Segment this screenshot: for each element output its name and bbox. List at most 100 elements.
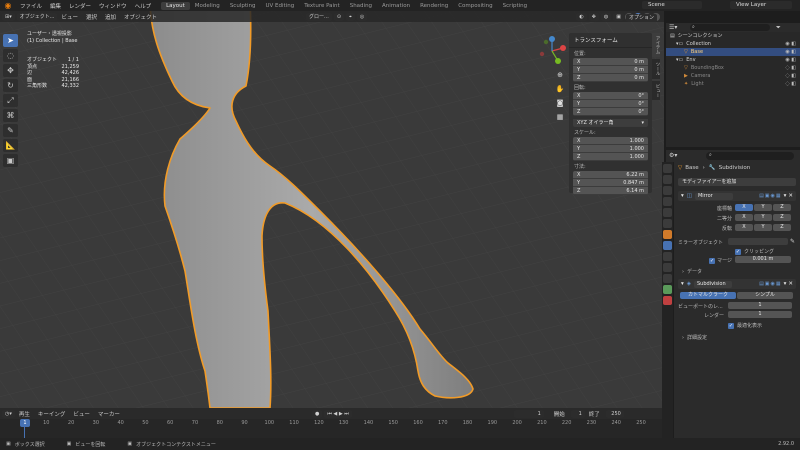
clipping-checkbox-row[interactable]: ✓ クリッピング xyxy=(735,248,774,255)
options-dropdown[interactable]: オプション xyxy=(626,14,658,22)
menu-help[interactable]: ヘルプ xyxy=(131,2,156,10)
add-modifier-dropdown[interactable]: モディファイアーを追加 xyxy=(678,178,796,186)
bisect-x-toggle[interactable]: X xyxy=(735,214,753,221)
optimal-display-checkbox[interactable]: ✓ xyxy=(728,322,734,329)
rotate-tool-icon[interactable]: ↻ xyxy=(3,79,18,92)
location-x-field[interactable]: X 0 m xyxy=(573,58,648,66)
render-tab-icon[interactable] xyxy=(663,175,672,184)
viewport-menu-view[interactable]: ビュー xyxy=(57,13,82,21)
menu-render[interactable]: レンダー xyxy=(65,2,95,10)
filter-icon[interactable]: ⏷ xyxy=(776,24,781,32)
annotate-tool-icon[interactable]: ✎ xyxy=(3,124,18,137)
perspective-grid-icon[interactable]: ▦ xyxy=(555,112,565,122)
viewport-levels-field[interactable]: 1 xyxy=(728,302,792,309)
snap-icon[interactable]: ⌖ xyxy=(346,12,355,21)
eye-icon[interactable]: ◉ ◧ xyxy=(785,40,796,48)
pivot-icon[interactable]: ⊙ xyxy=(333,12,345,21)
eye-icon[interactable]: ◉ ◧ xyxy=(785,56,796,64)
outliner-editor-icon[interactable]: ☰▾ xyxy=(669,24,677,31)
subdivision-toggle-icons[interactable]: ▤▣◉▦ xyxy=(759,281,782,287)
object-tab-icon[interactable] xyxy=(663,230,672,239)
current-frame-field[interactable]: 1 xyxy=(513,409,544,418)
view-layer-selector[interactable]: View Layer xyxy=(730,1,792,9)
outliner-row[interactable]: ▽ BoundingBox ◌ ◧ xyxy=(666,64,800,72)
workspace-tab[interactable]: Compositing xyxy=(453,2,497,10)
zoom-icon[interactable]: ⊕ xyxy=(555,70,565,80)
scene-tab-icon[interactable] xyxy=(663,208,672,217)
subdivision-modifier-header[interactable]: ▾ ◈ Subdivision ▤▣◉▦ ▾ ✕ xyxy=(678,279,796,289)
outliner-row[interactable]: ▽ Base ◉ ◧ xyxy=(666,48,800,56)
camera-view-icon[interactable]: ◙ xyxy=(555,98,565,108)
particles-tab-icon[interactable] xyxy=(663,252,672,261)
viewport-menu-add[interactable]: 追加 xyxy=(101,13,120,21)
end-frame-field[interactable]: 250 xyxy=(605,409,624,418)
render-levels-field[interactable]: 1 xyxy=(728,311,792,318)
view-layer-tab-icon[interactable] xyxy=(663,197,672,206)
mirror-toggle-icons[interactable]: ▤▣◉▦ xyxy=(759,193,782,199)
workspace-tab[interactable]: Modeling xyxy=(190,2,225,10)
visibility-icon[interactable]: ◐ xyxy=(576,12,587,21)
rotation-x-field[interactable]: X 0° xyxy=(573,92,648,100)
simple-button[interactable]: シンプル xyxy=(737,292,793,299)
xray-icon[interactable]: ▣ xyxy=(613,12,624,21)
clipping-checkbox[interactable]: ✓ xyxy=(735,248,741,255)
start-frame-field[interactable]: 1 xyxy=(570,409,585,418)
sidebar-tab-view[interactable]: ビュー xyxy=(652,80,660,100)
catmull-clark-button[interactable]: カトマルクラーク xyxy=(680,292,736,299)
workspace-tab[interactable]: UV Editing xyxy=(261,2,300,10)
record-icon[interactable]: ● xyxy=(311,409,323,418)
playhead[interactable]: 1 xyxy=(20,419,30,427)
overlays-icon[interactable]: ◍ xyxy=(600,12,612,21)
outliner-search-input[interactable] xyxy=(690,24,770,31)
blender-logo-icon[interactable]: ◉ xyxy=(3,1,13,10)
material-tab-icon[interactable] xyxy=(663,296,672,305)
eye-hidden-icon[interactable]: ◌ ◧ xyxy=(785,72,796,80)
advanced-subpanel-header[interactable]: › 詳細設定 xyxy=(682,334,707,341)
timeline-menu-view[interactable]: ビュー xyxy=(69,410,94,418)
location-y-field[interactable]: Y 0 m xyxy=(573,66,648,74)
merge-distance-field[interactable]: 0.001 m xyxy=(735,256,791,263)
clock-icon[interactable]: ◷▾ xyxy=(2,409,15,418)
mesh-data-tab-icon[interactable] xyxy=(663,285,672,294)
playback-controls[interactable]: ⏮ ◀ ▶ ⏭ xyxy=(324,409,352,418)
workspace-tab[interactable]: Texture Paint xyxy=(299,2,345,10)
outliner-row[interactable]: ▶ Camera ◌ ◧ xyxy=(666,72,800,80)
properties-editor-icon[interactable]: ⚙▾ xyxy=(669,152,677,159)
close-icon[interactable]: ✕ xyxy=(788,281,793,287)
move-tool-icon[interactable]: ✥ xyxy=(3,64,18,77)
properties-search-input[interactable] xyxy=(706,152,794,160)
outliner-row[interactable]: ✦ Light ◌ ◧ xyxy=(666,80,800,88)
viewport-menu-select[interactable]: 選択 xyxy=(82,13,101,21)
axis-z-toggle[interactable]: Z xyxy=(773,204,791,211)
sidebar-tab-tool[interactable]: ツール xyxy=(652,59,660,79)
pan-hand-icon[interactable]: ✋ xyxy=(555,84,565,94)
timeline-track[interactable]: 1102030405060708090100110120130140150160… xyxy=(0,419,664,438)
optimal-display-row[interactable]: ✓ 最適化表示 xyxy=(728,322,762,329)
dropdown-icon[interactable]: ▾ xyxy=(784,281,787,287)
viewport-menu-object[interactable]: オブジェクト xyxy=(120,13,161,21)
world-tab-icon[interactable] xyxy=(663,219,672,228)
timeline-menu-playback[interactable]: 再生 xyxy=(15,410,34,418)
bisect-y-toggle[interactable]: Y xyxy=(754,214,772,221)
constraints-tab-icon[interactable] xyxy=(663,274,672,283)
scene-selector[interactable]: Scene xyxy=(642,1,702,9)
axis-y-toggle[interactable]: Y xyxy=(754,204,772,211)
output-tab-icon[interactable] xyxy=(663,186,672,195)
flip-x-toggle[interactable]: X xyxy=(735,224,753,231)
scale-y-field[interactable]: Y 1.000 xyxy=(573,145,648,153)
workspace-tab[interactable]: Layout xyxy=(161,1,190,10)
rotation-mode-dropdown[interactable]: XYZ オイラー角 ▾ xyxy=(573,119,648,127)
timeline-menu-keying[interactable]: キーイング xyxy=(34,410,70,418)
proportional-edit-icon[interactable]: ◎ xyxy=(356,12,368,21)
eye-hidden-icon[interactable]: ◌ ◧ xyxy=(785,80,796,88)
cursor-tool-icon[interactable]: ◌ xyxy=(3,49,18,62)
merge-checkbox[interactable]: ✓ xyxy=(709,258,716,264)
bisect-z-toggle[interactable]: Z xyxy=(773,214,791,221)
location-z-field[interactable]: Z 0 m xyxy=(573,74,648,82)
axis-x-toggle[interactable]: X xyxy=(735,204,753,211)
data-subpanel-header[interactable]: › データ xyxy=(682,268,702,275)
menu-window[interactable]: ウィンドウ xyxy=(95,2,131,10)
menu-file[interactable]: ファイル xyxy=(16,2,46,10)
add-cube-tool-icon[interactable]: ▣ xyxy=(3,154,18,167)
eyedropper-icon[interactable]: ✎ xyxy=(790,238,795,245)
